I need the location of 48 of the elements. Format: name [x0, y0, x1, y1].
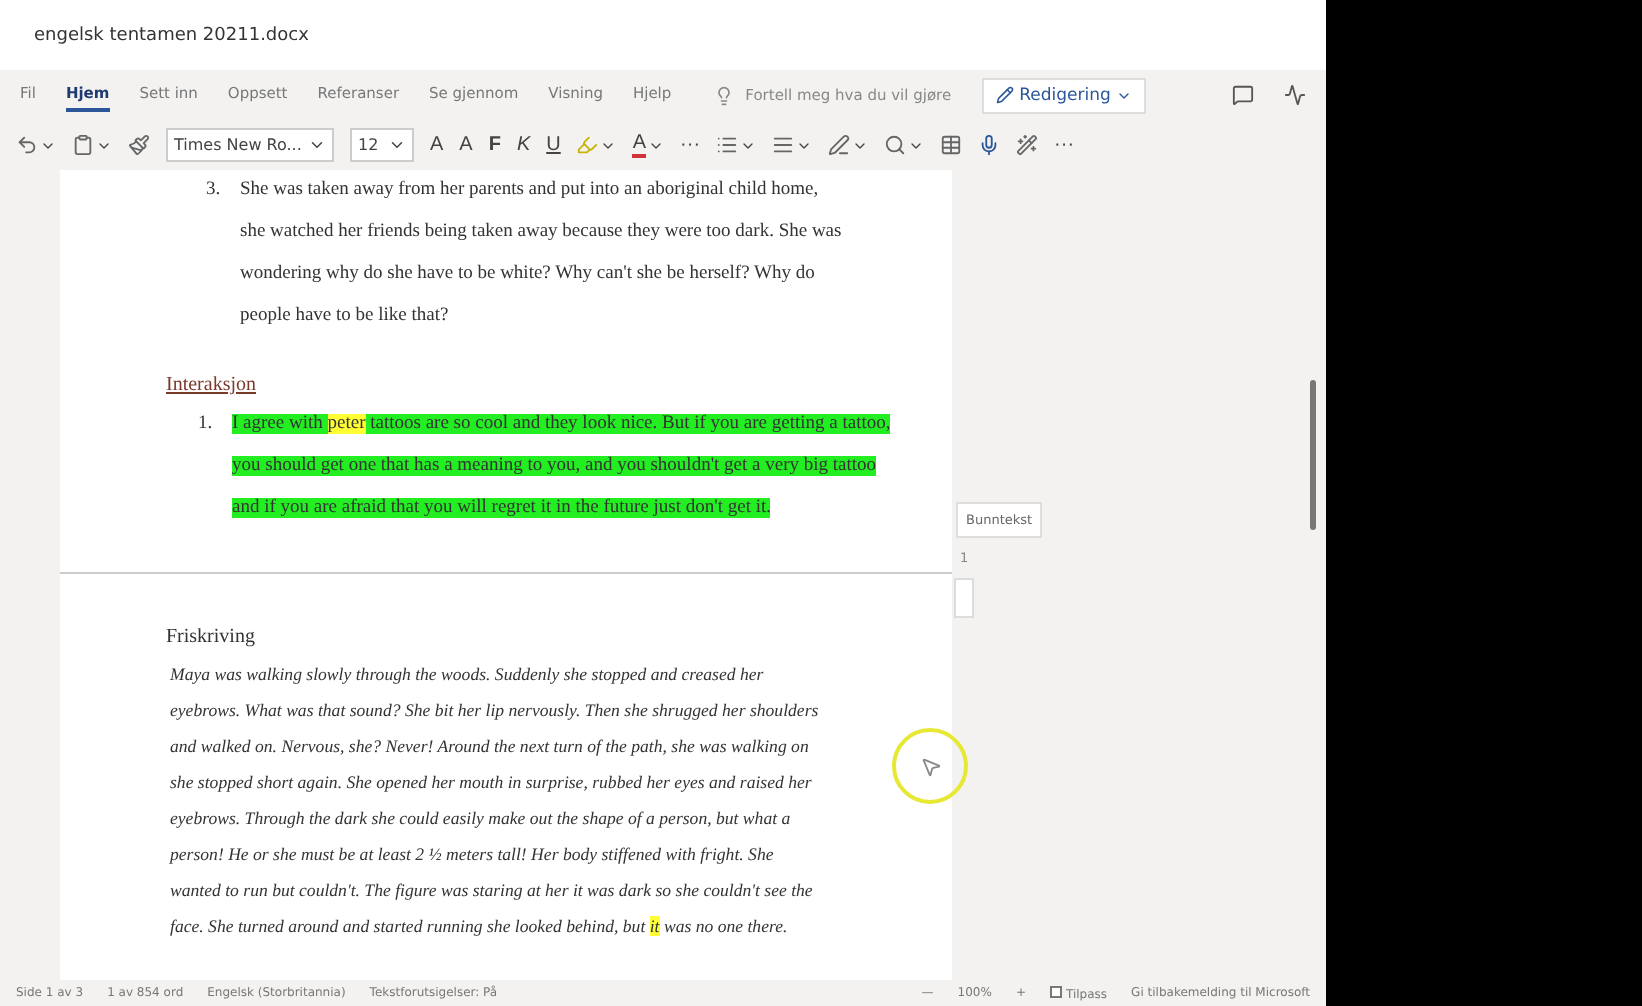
scrollbar-thumb[interactable]: [1310, 380, 1316, 530]
editing-mode-button[interactable]: Redigering: [981, 77, 1147, 113]
wand-button[interactable]: [1016, 134, 1039, 156]
list-icon: [716, 134, 739, 156]
pen-button[interactable]: [828, 134, 869, 156]
comment-icon[interactable]: [1232, 84, 1254, 106]
list-number: 3.: [206, 178, 223, 204]
pen-icon: [828, 134, 851, 156]
brush-icon: [128, 134, 150, 156]
paragraph: She was taken away from her parents and put into an aboriginal child home, she watched her friends being taken away because they were too dark. She was wondering why do she have to be white? Why can't she be herself? Why do people have to be like that?: [240, 178, 842, 330]
microphone-button[interactable]: [978, 134, 1001, 156]
undo-icon: [16, 134, 38, 156]
wand-icon: [1016, 134, 1039, 156]
window-title: engelsk tentamen 20211.docx: [34, 25, 309, 45]
microphone-icon: [978, 134, 1001, 156]
clipboard-button[interactable]: [72, 134, 112, 156]
toolbar-button[interactable]: ···: [1054, 134, 1075, 156]
pencil-icon: [995, 86, 1014, 104]
lightbulb-icon: [713, 85, 734, 105]
paragraph: Maya was walking slowly through the woods. Suddenly she stopped and creased her eyebrows. What was that sound? She bit her lip nervously. Then she shrugged her shoulders and walked on. Nervous, she? Never! Around the next turn of the path, she was walking on she stopped short again. She opened her mouth in surprise, rubbed her eyes and raised her eyebrows. Through the dark she could easily make out the shape of a person, but what a person! He or she must be at least 2 ½ meters tall! Her body stiffened with fright. She wanted to run but couldn't. The figure was staring at her it was dark so she couldn't see the face. She turned around and started running she looked behind, but it was no one there.: [170, 662, 821, 940]
caret-icon: [308, 136, 326, 154]
activity-icon[interactable]: [1284, 84, 1306, 106]
section-heading: Interaksjon: [166, 374, 258, 396]
toolbar-button[interactable]: A: [459, 134, 473, 156]
paragraph: I agree with peter tattoos are so cool and they look nice. But if you are getting a tattoo, you should get one that has a meaning to you, and you shouldn't get a very big tattoo and if you are afraid that you will regret it in the future just don't get it.: [232, 412, 892, 522]
table-button[interactable]: [940, 134, 963, 156]
table-icon: [940, 134, 963, 156]
underline-button[interactable]: U: [546, 134, 561, 156]
clipboard-icon: [72, 134, 94, 156]
list-number: 1.: [198, 412, 215, 438]
size-select[interactable]: 12: [350, 128, 414, 162]
search-icon: [884, 134, 907, 156]
brush-button[interactable]: [128, 134, 150, 156]
caret-icon: [388, 136, 406, 154]
highlighter-icon: [576, 134, 599, 156]
list-button[interactable]: [716, 134, 757, 156]
font-color-button[interactable]: A: [632, 132, 665, 158]
pointer-icon: [919, 755, 941, 777]
undo-button[interactable]: [16, 134, 56, 156]
italic-button[interactable]: K: [516, 134, 531, 156]
font-select[interactable]: Times New Ro...: [166, 128, 334, 162]
align-button[interactable]: [772, 134, 813, 156]
toolbar-button[interactable]: ···: [680, 134, 701, 156]
search-button[interactable]: [884, 134, 925, 156]
section-heading: Friskriving: [166, 626, 257, 648]
align-icon: [772, 134, 795, 156]
toolbar-button[interactable]: A: [430, 134, 444, 156]
bold-button[interactable]: F: [488, 134, 501, 156]
